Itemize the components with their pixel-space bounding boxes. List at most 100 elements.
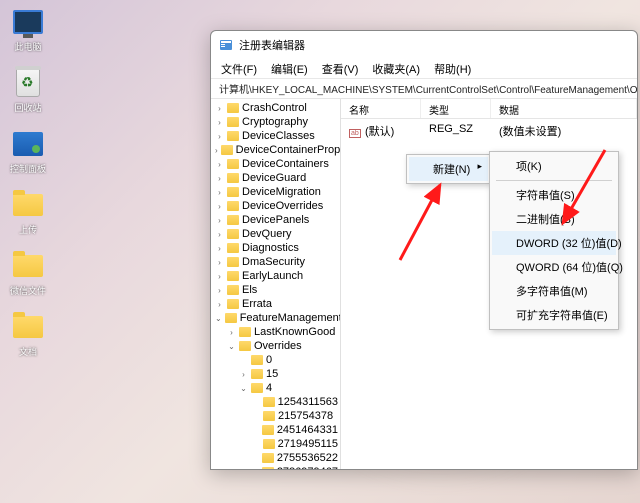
tree-item[interactable]: 2451464331 xyxy=(213,423,340,437)
chevron-right-icon: › xyxy=(215,244,224,253)
folder-icon xyxy=(227,229,239,239)
tree-item[interactable]: ›Cryptography xyxy=(213,115,340,129)
folder-icon xyxy=(225,313,237,323)
folder-icon xyxy=(227,299,239,309)
tree-item[interactable]: ›DeviceClasses xyxy=(213,129,340,143)
folder-icon xyxy=(263,439,275,449)
list-pane: 名称 类型 数据 (默认) REG_SZ (数值未设置) 新建(N) 项(K) … xyxy=(341,99,637,469)
menu-new-multistring[interactable]: 多字符串值(M) xyxy=(492,279,616,303)
tree-item[interactable]: 215754378 xyxy=(213,409,340,423)
tree-item[interactable]: ›DeviceGuard xyxy=(213,171,340,185)
tree-item[interactable]: 1254311563 xyxy=(213,395,340,409)
col-data[interactable]: 数据 xyxy=(491,99,637,118)
tree-item[interactable]: ⌄Overrides xyxy=(213,339,340,353)
folder-icon xyxy=(227,173,239,183)
tree-item[interactable]: ›DmaSecurity xyxy=(213,255,340,269)
context-menu: 新建(N) xyxy=(406,154,491,184)
tree-item[interactable]: ›DeviceContainerPropertyUpda xyxy=(213,143,340,157)
menu-new[interactable]: 新建(N) xyxy=(409,157,488,181)
tree-item[interactable]: 2719495115 xyxy=(213,437,340,451)
tree-item[interactable]: ›DeviceMigration xyxy=(213,185,340,199)
tree-item[interactable]: 0 xyxy=(213,353,340,367)
tree-item[interactable]: ›15 xyxy=(213,367,340,381)
regedit-window: 注册表编辑器 文件(F) 编辑(E) 查看(V) 收藏夹(A) 帮助(H) 计算… xyxy=(210,30,638,470)
list-header: 名称 类型 数据 xyxy=(341,99,637,119)
tree-pane[interactable]: ›CrashControl›Cryptography›DeviceClasses… xyxy=(211,99,341,469)
menu-new-binary[interactable]: 二进制值(B) xyxy=(492,207,616,231)
menu-new-key[interactable]: 项(K) xyxy=(492,154,616,178)
folder-icon xyxy=(262,453,274,463)
chevron-right-icon: › xyxy=(215,160,224,169)
chevron-right-icon: › xyxy=(215,174,224,183)
menu-help[interactable]: 帮助(H) xyxy=(428,59,477,79)
chevron-right-icon: › xyxy=(215,104,224,113)
menu-new-expandstring[interactable]: 可扩充字符串值(E) xyxy=(492,303,616,327)
tree-item[interactable]: ›DeviceOverrides xyxy=(213,199,340,213)
chevron-right-icon: › xyxy=(215,230,224,239)
chevron-right-icon: › xyxy=(215,216,224,225)
tree-item[interactable]: ›LastKnownGood xyxy=(213,325,340,339)
folder-icon xyxy=(227,131,239,141)
folder-icon xyxy=(13,316,43,338)
col-name[interactable]: 名称 xyxy=(341,99,421,118)
menu-favorites[interactable]: 收藏夹(A) xyxy=(366,59,426,79)
menu-new-string[interactable]: 字符串值(S) xyxy=(492,183,616,207)
menu-view[interactable]: 查看(V) xyxy=(316,59,365,79)
chevron-down-icon: ⌄ xyxy=(215,314,222,323)
context-submenu-new: 项(K) 字符串值(S) 二进制值(B) DWORD (32 位)值(D) QW… xyxy=(489,151,619,330)
folder-icon xyxy=(227,271,239,281)
list-row[interactable]: (默认) REG_SZ (数值未设置) xyxy=(341,119,637,143)
tree-item[interactable]: ⌄4 xyxy=(213,381,340,395)
chevron-right-icon: › xyxy=(215,286,224,295)
tree-item[interactable]: 2786979467 xyxy=(213,465,340,469)
chevron-right-icon: › xyxy=(215,258,224,267)
menu-edit[interactable]: 编辑(E) xyxy=(265,59,314,79)
menu-file[interactable]: 文件(F) xyxy=(215,59,263,79)
tree-item[interactable]: ›EarlyLaunch xyxy=(213,269,340,283)
folder-icon xyxy=(13,194,43,216)
tree-item[interactable]: 2755536522 xyxy=(213,451,340,465)
address-bar[interactable]: 计算机\HKEY_LOCAL_MACHINE\SYSTEM\CurrentCon… xyxy=(211,79,637,99)
desktop-icon-recycle[interactable]: 回收站 xyxy=(6,67,50,114)
folder-icon xyxy=(13,255,43,277)
chevron-right-icon: › xyxy=(215,272,224,281)
tree-item[interactable]: ›CrashControl xyxy=(213,101,340,115)
chevron-right-icon: › xyxy=(215,118,224,127)
tree-item[interactable]: ⌄FeatureManagement xyxy=(213,311,340,325)
menu-new-qword[interactable]: QWORD (64 位)值(Q) xyxy=(492,255,616,279)
chevron-down-icon: ⌄ xyxy=(239,384,248,393)
folder-icon xyxy=(263,397,275,407)
desktop-icon-folder-3[interactable]: 文档 xyxy=(6,311,50,358)
tree-item[interactable]: ›DevicePanels xyxy=(213,213,340,227)
desktop-icon-folder-2[interactable]: 微信文件 xyxy=(6,250,50,297)
separator xyxy=(496,180,612,181)
folder-icon xyxy=(227,285,239,295)
folder-icon xyxy=(262,467,274,469)
desktop-icon-folder-1[interactable]: 上传 xyxy=(6,189,50,236)
menubar: 文件(F) 编辑(E) 查看(V) 收藏夹(A) 帮助(H) xyxy=(211,59,637,79)
folder-icon xyxy=(227,159,239,169)
folder-icon xyxy=(227,187,239,197)
chevron-right-icon: › xyxy=(215,202,224,211)
desktop-icon-computer[interactable]: 此电脑 xyxy=(6,6,50,53)
control-panel-icon xyxy=(13,132,43,156)
tree-item[interactable]: ›Diagnostics xyxy=(213,241,340,255)
folder-icon xyxy=(263,411,275,421)
chevron-down-icon: ⌄ xyxy=(227,342,236,351)
folder-icon xyxy=(227,103,239,113)
tree-item[interactable]: ›DeviceContainers xyxy=(213,157,340,171)
titlebar[interactable]: 注册表编辑器 xyxy=(211,31,637,59)
col-type[interactable]: 类型 xyxy=(421,99,491,118)
menu-new-dword[interactable]: DWORD (32 位)值(D) xyxy=(492,231,616,255)
folder-icon xyxy=(227,117,239,127)
desktop-icon-control-panel[interactable]: 控制面板 xyxy=(6,128,50,175)
tree-item[interactable]: ›Els xyxy=(213,283,340,297)
recycle-bin-icon xyxy=(16,69,40,97)
tree-item[interactable]: ›Errata xyxy=(213,297,340,311)
folder-icon xyxy=(227,243,239,253)
string-value-icon xyxy=(349,126,361,138)
folder-icon xyxy=(221,145,233,155)
tree-item[interactable]: ›DevQuery xyxy=(213,227,340,241)
chevron-right-icon: › xyxy=(215,146,218,155)
app-icon xyxy=(219,38,233,52)
